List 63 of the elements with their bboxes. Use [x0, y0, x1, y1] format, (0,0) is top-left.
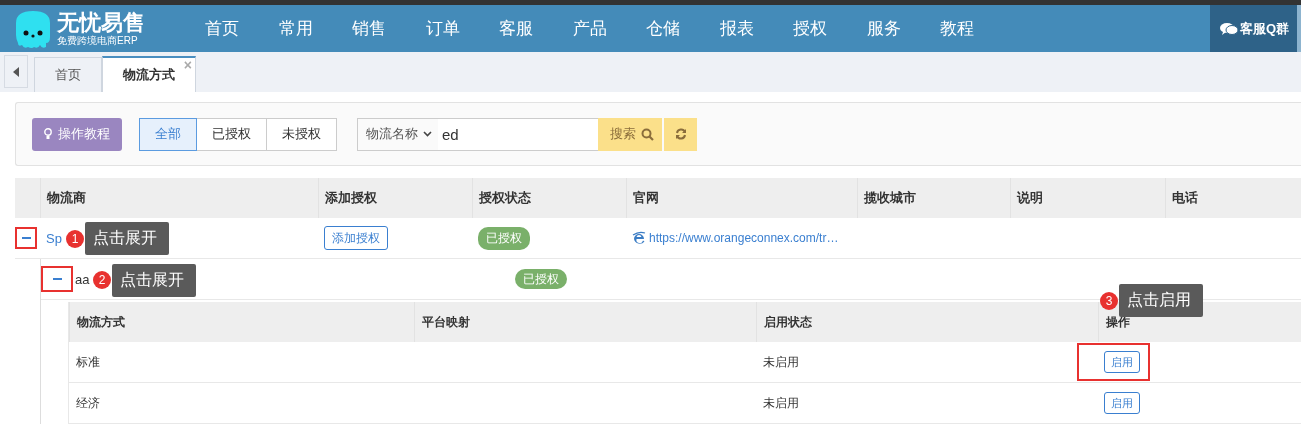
step-number-badge: 1 [66, 229, 84, 248]
nav-link[interactable]: 常用 [278, 17, 352, 40]
column-header: 平台映射 [414, 302, 756, 342]
carrier-link[interactable]: Sp [46, 230, 62, 246]
search-field[interactable]: ed [438, 117, 598, 151]
enable-button[interactable]: 启用 [1104, 351, 1140, 373]
refresh-button[interactable] [664, 117, 697, 151]
column-header: 电话 [1165, 178, 1301, 218]
field-dropdown[interactable]: 物流名称 [357, 117, 438, 151]
enable-button[interactable]: 启用 [1104, 392, 1140, 414]
nav-link[interactable]: 教程 [940, 17, 1014, 40]
table-cell-text: 经济 [75, 394, 101, 412]
caret-left-icon [13, 66, 19, 77]
status-badge: 已授权 [478, 226, 530, 250]
hint-tooltip: 点击展开 [85, 222, 169, 255]
search-icon [641, 127, 654, 141]
column-header: 物流商 [40, 178, 318, 218]
status-badge: 已授权 [515, 268, 567, 289]
column-header: 说明 [1010, 178, 1165, 218]
authorization-name: aa [75, 271, 90, 287]
tutorial-button[interactable]: 操作教程 [32, 117, 122, 151]
filter-button[interactable]: 未授权 [266, 117, 337, 151]
add-authorization-button[interactable]: 添加授权 [324, 226, 388, 250]
nav-link[interactable]: 客服 [499, 17, 573, 40]
chevron-down-icon [423, 131, 432, 137]
nav-link[interactable]: 仓储 [646, 17, 720, 40]
column-header: 揽收城市 [857, 178, 1010, 218]
step-number-badge: 2 [93, 271, 111, 289]
filter-button[interactable]: 全部 [139, 117, 197, 151]
search-button[interactable]: 搜索 [598, 117, 662, 151]
nav-link[interactable]: 服务 [866, 17, 940, 40]
table-cell-text: 未启用 [762, 353, 800, 371]
collapse-toggle[interactable] [41, 266, 73, 292]
table-cell-text: 标准 [75, 353, 101, 371]
website-link[interactable]: https://www.orangeconnex.com/tr… [649, 231, 839, 245]
table-cell-text: 未启用 [762, 394, 800, 412]
nav-link[interactable]: 订单 [425, 17, 499, 40]
step-number-badge: 3 [1100, 291, 1118, 310]
scroll-left-button[interactable] [4, 55, 28, 88]
logo-subtitle: 免费跨境电商ERP [57, 34, 139, 47]
browser-e-icon [632, 231, 646, 245]
chat-bubbles-icon [1219, 21, 1238, 36]
filter-button[interactable]: 已授权 [196, 117, 267, 151]
close-tab-button[interactable]: × [183, 58, 192, 72]
column-header: 授权状态 [472, 178, 626, 218]
page-tab[interactable]: 首页 [34, 57, 102, 92]
nav-link[interactable]: 报表 [719, 17, 793, 40]
collapse-toggle[interactable] [15, 227, 37, 249]
nav-link[interactable]: 销售 [352, 17, 426, 40]
column-header: 添加授权 [318, 178, 472, 218]
nav-link[interactable]: 首页 [205, 17, 279, 40]
page-tab[interactable]: 物流方式 × [102, 56, 196, 92]
nav-link[interactable]: 产品 [572, 17, 646, 40]
lightbulb-icon [44, 128, 52, 140]
chat-group-button[interactable]: 客服Q群 [1209, 5, 1297, 52]
logo-title: 无忧易售 [57, 10, 145, 35]
column-header: 物流方式 [69, 302, 414, 342]
column-header: 启用状态 [756, 302, 1098, 342]
refresh-icon [674, 128, 687, 140]
hint-tooltip: 点击展开 [112, 263, 196, 297]
nav-link[interactable]: 授权 [793, 17, 867, 40]
column-header: 官网 [626, 178, 857, 218]
hint-tooltip: 点击启用 [1119, 284, 1203, 317]
